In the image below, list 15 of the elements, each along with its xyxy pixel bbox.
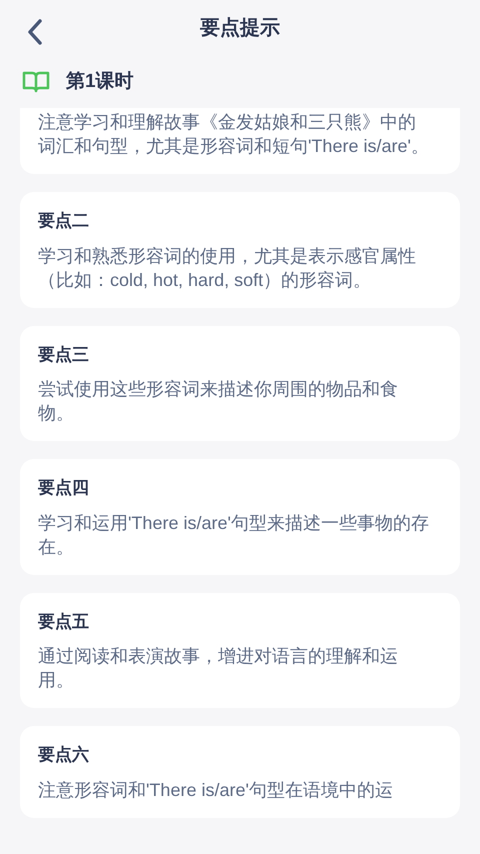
point-text: 尝试使用这些形容词来描述你周围的物品和食物。 [38,378,399,425]
book-icon [22,70,50,94]
point-text: 学习和熟悉形容词的使用，尤其是表示感官属性（比如：cold, hot, hard, soft）的形容词。 [38,244,417,292]
page-title: 要点提示 [200,16,280,41]
point-text: 通过阅读和表演故事，增进对语言的理解和运用。 [38,645,399,692]
point-text: 学习和运用'There is/are'句型来描述一些事物的存在。 [38,512,430,558]
lesson-title: 第1课时 [66,70,134,94]
point-text: 注意学习和理解故事《金发姑娘和三只熊》中的词汇和句型，尤其是形容词和短句'There is/are'。 [38,111,430,158]
point-title: 要点二 [38,210,90,232]
point-title: 要点六 [38,744,90,766]
back-icon [26,18,44,46]
point-title: 要点五 [38,610,90,632]
point-title: 要点三 [38,344,90,366]
point-title: 要点四 [38,477,90,499]
point-text: 注意形容词和'There is/are'句型在语境中的运 [38,778,394,802]
